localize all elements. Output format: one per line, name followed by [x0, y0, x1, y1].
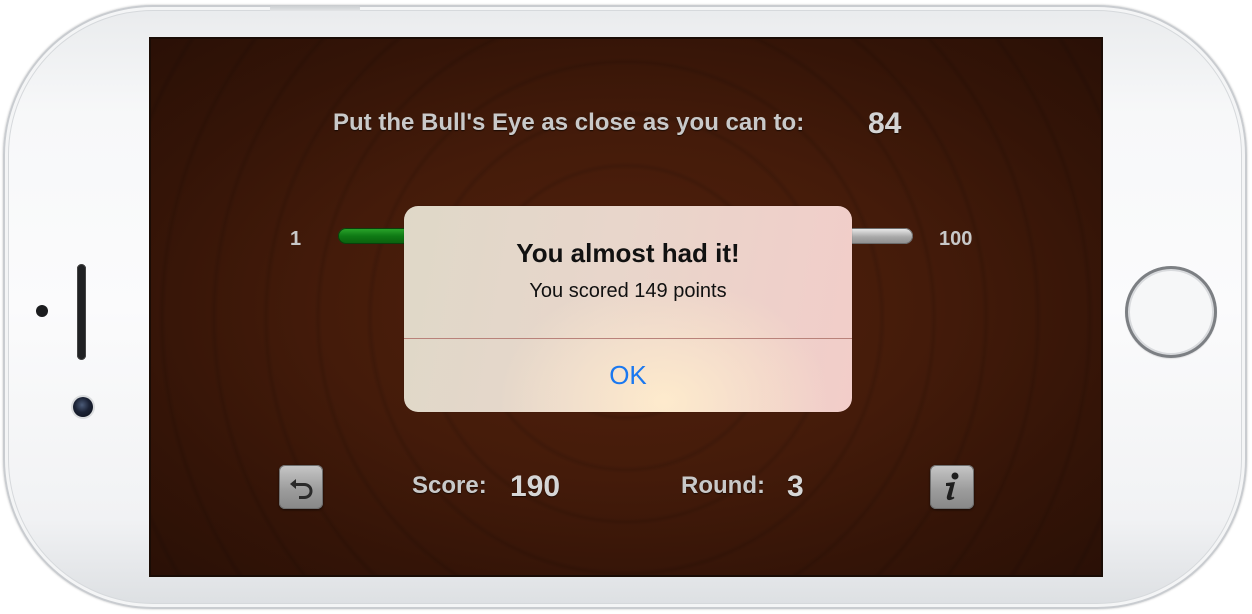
ok-button[interactable]: OK: [404, 339, 852, 412]
round-label: Round:: [681, 472, 765, 499]
alert-message: You scored 149 points: [529, 280, 727, 302]
front-camera-icon: [73, 397, 93, 417]
alert-dialog: You almost had it! You scored 149 points…: [404, 206, 852, 412]
power-button: [270, 5, 360, 11]
info-button[interactable]: [930, 465, 974, 509]
slider-min-label: 1: [290, 228, 302, 250]
alert-title: You almost had it!: [516, 238, 740, 268]
screen: Put the Bull's Eye as close as you can t…: [149, 37, 1103, 577]
info-icon: [946, 472, 959, 501]
undo-arrow-icon: [290, 479, 313, 499]
start-over-button[interactable]: [279, 465, 323, 509]
game-background: Put the Bull's Eye as close as you can t…: [151, 39, 1101, 575]
earpiece-speaker: [77, 264, 86, 360]
proximity-sensor: [36, 305, 48, 317]
score-value: 190: [510, 470, 561, 503]
slider-max-label: 100: [939, 228, 973, 250]
target-value: 84: [868, 107, 902, 140]
round-value: 3: [787, 470, 804, 503]
score-label: Score:: [412, 472, 487, 499]
instruction-label: Put the Bull's Eye as close as you can t…: [333, 109, 805, 136]
home-button[interactable]: [1125, 266, 1217, 358]
